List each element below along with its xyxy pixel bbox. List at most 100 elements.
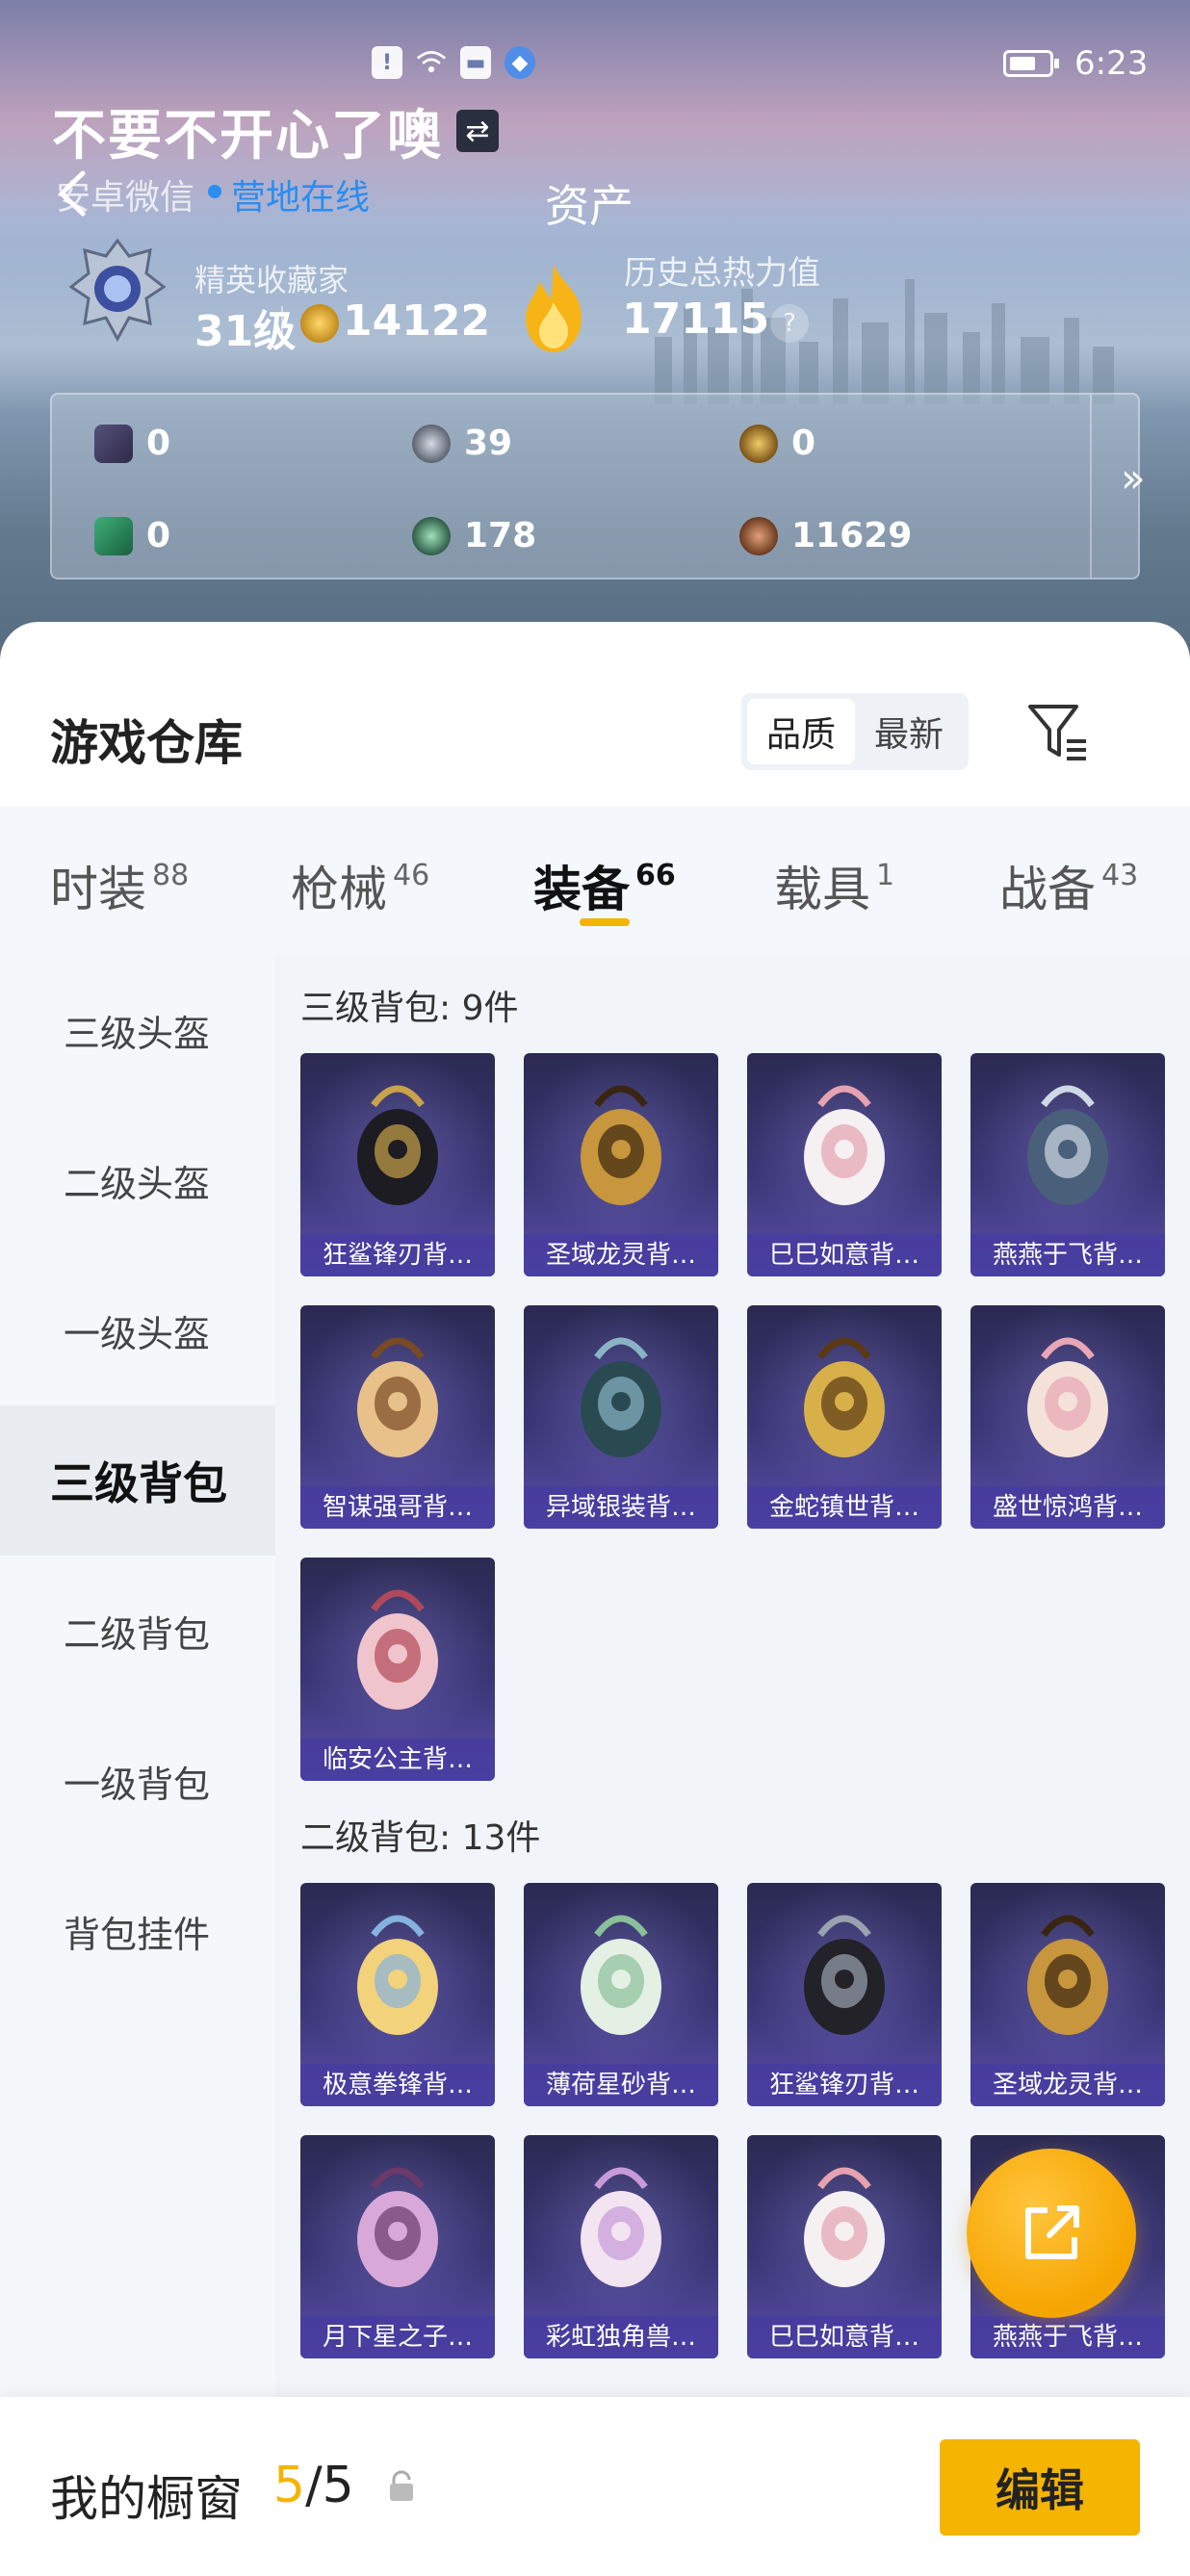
- item-card[interactable]: 狂鲨锋刃背…: [747, 1883, 942, 2106]
- backpack-icon: [357, 1085, 438, 1205]
- sidebar-item-level3-helmet[interactable]: 三级头盔: [0, 955, 275, 1105]
- status-time: 6:23: [1074, 44, 1149, 83]
- tab-label: 战备: [999, 862, 1096, 917]
- tab-equipment[interactable]: 装备 66: [533, 851, 676, 920]
- tab-label: 装备: [533, 862, 630, 917]
- switch-account-icon[interactable]: ⇄: [456, 110, 499, 152]
- backpack-icon: [804, 1915, 885, 2035]
- tab-firearms[interactable]: 枪械 46: [291, 851, 429, 920]
- medal-icon: [300, 304, 339, 343]
- external-link-icon: [1025, 2205, 1079, 2259]
- rank-title: 精英收藏家: [194, 262, 349, 298]
- item-card[interactable]: 异域银装背…: [524, 1305, 718, 1529]
- gold-coin-icon: [739, 424, 778, 463]
- backpack-icon: [804, 1337, 885, 1457]
- green-coin-icon: [412, 516, 451, 555]
- tab-count: 1: [876, 859, 895, 892]
- tab-combat-gear[interactable]: 战备 43: [999, 851, 1138, 920]
- item-card[interactable]: 彩虹独角兽…: [524, 2135, 718, 2358]
- item-card[interactable]: 金蛇镇世背…: [747, 1305, 942, 1529]
- sidebar-item-level2-helmet[interactable]: 二级头盔: [0, 1105, 275, 1255]
- item-card[interactable]: 智谋强哥背…: [300, 1305, 495, 1529]
- divider: [281, 306, 283, 343]
- sidebar-item-level1-helmet[interactable]: 一级头盔: [0, 1255, 275, 1405]
- warehouse-title: 游戏仓库: [50, 715, 243, 771]
- item-card[interactable]: 圣域龙灵背…: [524, 1053, 718, 1276]
- tab-count: 46: [393, 859, 430, 892]
- sort-option-newest[interactable]: 最新: [855, 699, 963, 764]
- tab-label: 时装: [50, 862, 146, 917]
- item-card[interactable]: 巳巳如意背…: [747, 2135, 942, 2358]
- tab-count: 88: [152, 859, 190, 892]
- item-card[interactable]: 圣域龙灵背…: [970, 1883, 1165, 2106]
- page-title: 资产: [545, 180, 634, 232]
- tab-label: 载具: [774, 862, 870, 917]
- currency-value: 0: [146, 424, 171, 463]
- item-name: 巳巳如意背…: [747, 1234, 942, 1276]
- showcase-count-total: /5: [305, 2457, 354, 2514]
- backpack-icon: [357, 1915, 438, 2035]
- back-arrow-icon[interactable]: [48, 167, 100, 219]
- currency-panel[interactable]: 0 39 0 0 178 11629 »: [50, 393, 1146, 580]
- backpack-icon: [804, 1085, 885, 1205]
- share-button[interactable]: [967, 2149, 1136, 2318]
- item-card[interactable]: 狂鲨锋刃背…: [300, 1053, 495, 1276]
- section-title: 二级背包: 13件: [300, 1818, 541, 1858]
- section-title: 三级背包: 9件: [300, 989, 519, 1028]
- backpack-icon: [1027, 1915, 1108, 2035]
- double-chevron-right-icon[interactable]: »: [1121, 454, 1146, 502]
- item-name: 异域银装背…: [524, 1486, 718, 1529]
- item-name: 巳巳如意背…: [747, 2316, 942, 2358]
- sidebar-item-level2-backpack[interactable]: 二级背包: [0, 1556, 275, 1706]
- tab-count: 43: [1101, 859, 1139, 892]
- currency-value: 11629: [791, 516, 913, 555]
- currency-item: 178: [412, 516, 536, 555]
- item-card[interactable]: 临安公主背…: [300, 1558, 495, 1781]
- item-card[interactable]: 燕燕于飞背…: [970, 1053, 1165, 1276]
- item-card[interactable]: 薄荷星砂背…: [524, 1883, 718, 2106]
- sidebar-item-level1-backpack[interactable]: 一级背包: [0, 1706, 275, 1856]
- tab-vehicles[interactable]: 载具 1: [774, 851, 894, 920]
- green-card-icon: [94, 516, 133, 555]
- filter-icon[interactable]: [1024, 699, 1092, 766]
- sort-option-quality[interactable]: 品质: [747, 699, 855, 764]
- item-name: 彩虹独角兽…: [524, 2316, 718, 2358]
- currency-value: 0: [791, 424, 816, 463]
- tab-fashion[interactable]: 时装 88: [50, 851, 189, 920]
- app-icon: ◆: [504, 46, 535, 79]
- backpack-icon: [581, 1085, 661, 1205]
- sidebar-item-level3-backpack[interactable]: 三级背包: [0, 1405, 275, 1556]
- currency-item: 39: [412, 424, 512, 463]
- backpack-icon: [581, 1915, 661, 2035]
- item-card[interactable]: 巳巳如意背…: [747, 1053, 942, 1276]
- backpack-icon: [357, 1589, 438, 1710]
- currency-item: 0: [94, 424, 170, 463]
- item-card[interactable]: 盛世惊鸿背…: [970, 1305, 1165, 1529]
- backpack-icon: [357, 1337, 438, 1457]
- item-card[interactable]: 月下星之子…: [300, 2135, 495, 2358]
- item-name: 智谋强哥背…: [300, 1486, 495, 1529]
- app-root: ! ▬ ◆ 6:23 不要不开心了噢 ⇄ 安卓微信 营地在线 资产 精英收藏家 …: [0, 0, 1190, 2576]
- sort-toggle: 品质 最新: [741, 693, 969, 770]
- notification-icon: !: [372, 46, 402, 79]
- item-name: 盛世惊鸿背…: [970, 1486, 1165, 1529]
- lock-icon: [390, 2470, 413, 2501]
- edit-button[interactable]: 编辑: [940, 2439, 1140, 2536]
- item-name: 狂鲨锋刃背…: [300, 1234, 495, 1276]
- tab-label: 枪械: [291, 862, 387, 917]
- status-icons: ! ▬ ◆: [372, 46, 535, 79]
- item-name: 金蛇镇世背…: [747, 1486, 942, 1529]
- item-name: 圣域龙灵背…: [524, 1234, 718, 1276]
- bronze-coin-icon: [739, 516, 778, 555]
- currency-item: 0: [739, 424, 815, 463]
- silver-coin-icon: [412, 424, 451, 463]
- divider: [1090, 395, 1092, 578]
- backpack-icon: [804, 2167, 885, 2287]
- item-card[interactable]: 极意拳锋背…: [300, 1883, 495, 2106]
- help-icon[interactable]: ?: [770, 304, 809, 343]
- backpack-icon: [1027, 1085, 1108, 1205]
- sidebar-item-backpack-pendant[interactable]: 背包挂件: [0, 1856, 275, 2006]
- currency-item: 11629: [739, 516, 912, 555]
- currency-value: 178: [464, 516, 537, 555]
- header-background: ! ▬ ◆ 6:23 不要不开心了噢 ⇄ 安卓微信 营地在线 资产 精英收藏家 …: [0, 0, 1190, 674]
